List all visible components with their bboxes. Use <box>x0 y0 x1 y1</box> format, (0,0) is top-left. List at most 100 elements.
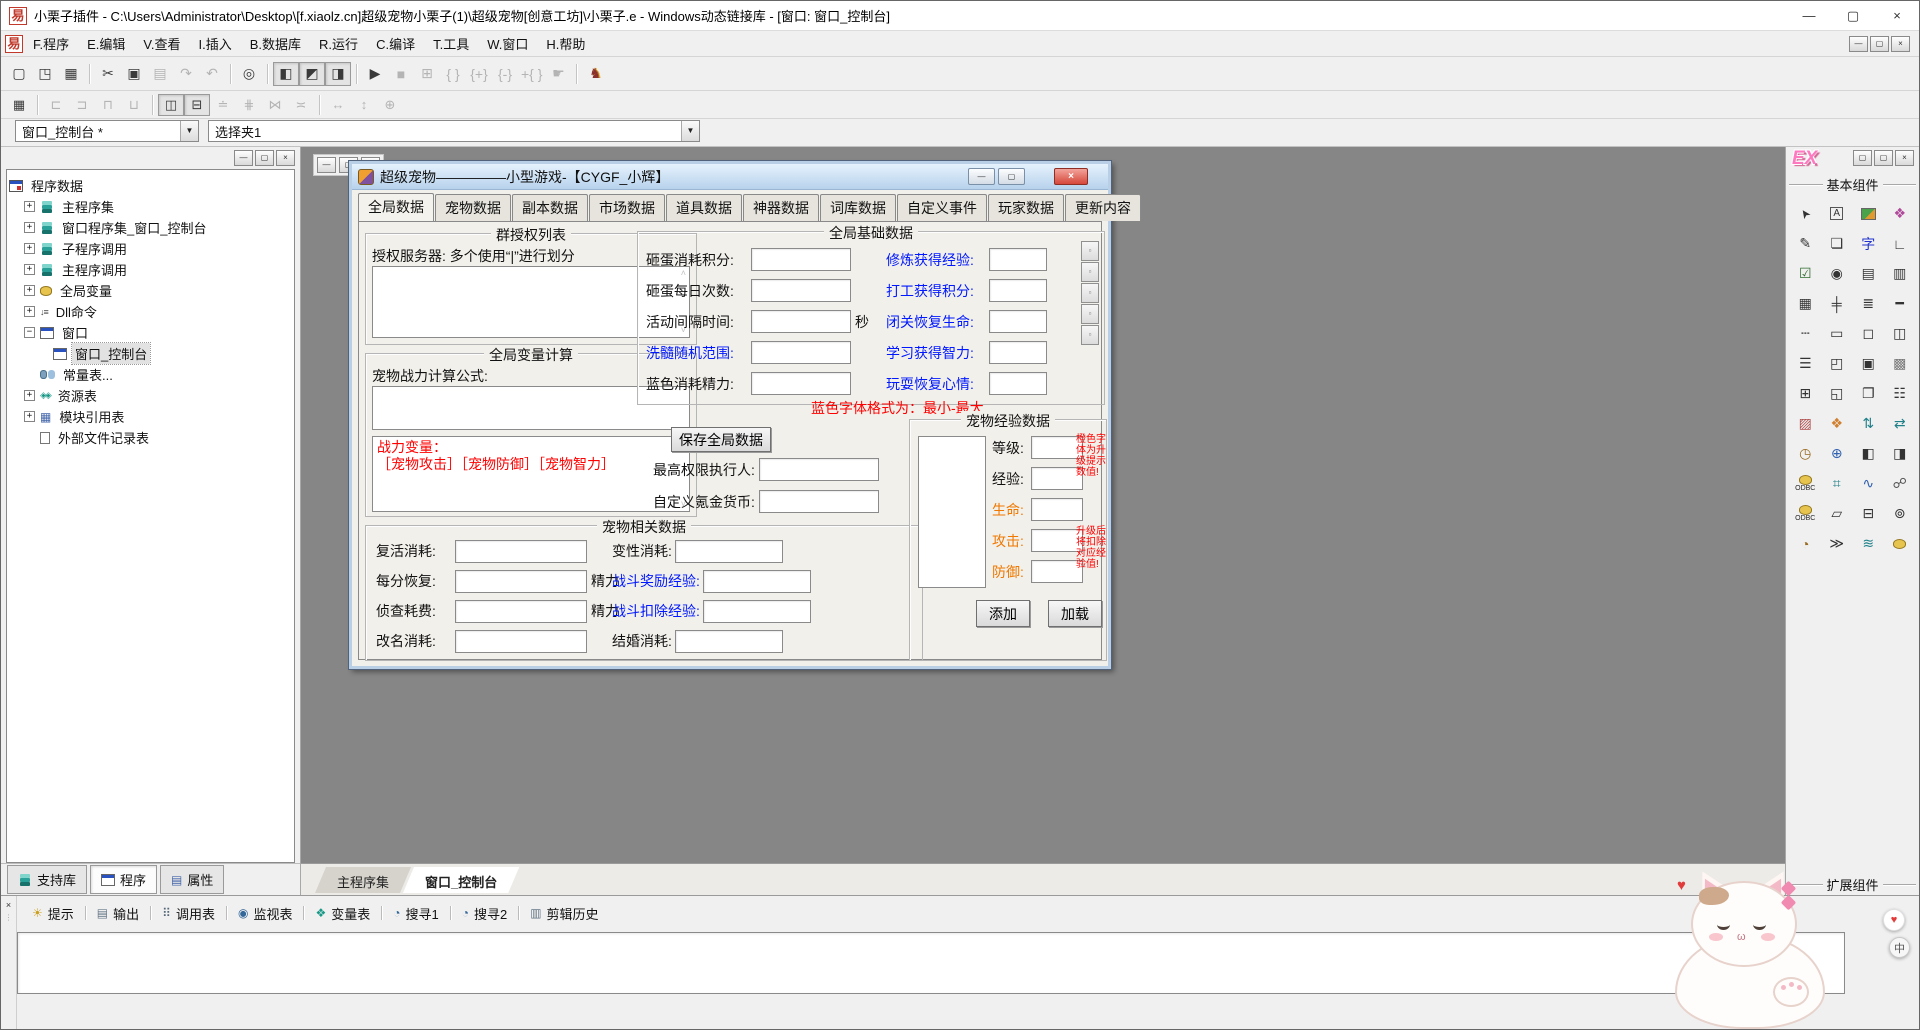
new-file-button[interactable]: ▢ <box>6 62 32 86</box>
frame-icon[interactable]: ◱ <box>1822 380 1853 407</box>
menu-item-8[interactable]: T.工具 <box>424 31 478 56</box>
tree-item[interactable]: +◈◈资源表 <box>9 385 292 406</box>
pet-left-input-2[interactable] <box>455 570 587 593</box>
corner-shape-icon[interactable]: ∟ <box>1885 230 1916 257</box>
save-file-button[interactable]: ▦ <box>58 62 84 86</box>
tree-item[interactable]: 窗口_控制台 <box>9 343 292 364</box>
pet-left-input-3[interactable] <box>455 600 587 623</box>
heart-badge[interactable]: ♥ <box>1883 909 1905 931</box>
form-designer-button[interactable]: ▦ <box>6 94 32 116</box>
bottom-tab-8[interactable]: ▥剪辑历史 <box>521 902 607 925</box>
mini-square-button[interactable]: ▫ <box>1081 283 1099 303</box>
bars-icon[interactable]: ☷ <box>1885 380 1916 407</box>
bottom-tab-7[interactable]: ◔搜寻2 <box>453 902 516 925</box>
pet-right-input-1[interactable] <box>675 540 783 563</box>
layout-top-button[interactable]: ◩ <box>299 62 325 86</box>
maximize-icon[interactable]: ▢ <box>1831 1 1875 30</box>
find-button[interactable]: ◎ <box>236 62 262 86</box>
dialog-tab[interactable]: 词库数据 <box>820 194 896 221</box>
media-icon[interactable]: ≫ <box>1822 530 1853 557</box>
editor-tab-1[interactable]: 主程序集 <box>315 867 411 893</box>
split-panel-icon[interactable]: ◰ <box>1822 350 1853 377</box>
save-global-button[interactable]: 保存全局数据 <box>671 427 771 452</box>
cut-button[interactable]: ✂ <box>95 62 121 86</box>
combobox-icon[interactable]: ▥ <box>1885 260 1916 287</box>
dialog-minimize-icon[interactable]: — <box>968 168 995 185</box>
char-label-icon[interactable]: 字 <box>1853 230 1884 257</box>
tree-item[interactable]: +窗口程序集_窗口_控制台 <box>9 217 292 238</box>
editbox-icon[interactable]: ❏ <box>1822 230 1853 257</box>
image-button-icon[interactable]: ▣ <box>1853 350 1884 377</box>
left-tab-3[interactable]: ▤属性 <box>160 865 224 894</box>
menu-item-5[interactable]: B.数据库 <box>241 31 310 56</box>
odbc-query-icon[interactable]: ODBC <box>1790 500 1821 527</box>
dialog-tab[interactable]: 更新内容 <box>1065 194 1141 221</box>
line-icon[interactable]: ━ <box>1885 290 1916 317</box>
palette-restore-icon[interactable]: ▢ <box>1874 150 1893 166</box>
menu-item-1[interactable]: F.程序 <box>24 31 78 56</box>
pet-left-input-4[interactable] <box>455 630 587 653</box>
tree-item[interactable]: +子程序调用 <box>9 238 292 259</box>
mdi-restore-icon[interactable]: ▢ <box>1870 36 1889 52</box>
dialog-maximize-icon[interactable]: ▢ <box>998 168 1025 185</box>
tree-item[interactable]: +▦模块引用表 <box>9 406 292 427</box>
editor-tab-2[interactable]: 窗口_控制台 <box>403 867 519 893</box>
table-icon[interactable]: ▦ <box>1790 290 1821 317</box>
form-selector-combobox[interactable]: 窗口_控制台 * ▼ <box>15 120 199 142</box>
base-left-input-4[interactable] <box>751 341 851 364</box>
pen-icon[interactable]: ✎ <box>1790 230 1821 257</box>
shapes-icon[interactable]: ❖ <box>1885 200 1916 227</box>
base-left-input-2[interactable] <box>751 279 851 302</box>
timer-icon[interactable]: ◔ <box>1790 530 1821 557</box>
dialog-titlebar[interactable]: 超级宠物—————小型游戏-【CYGF_小辉】 — ▢ × <box>352 164 1108 190</box>
project-panel-close-icon[interactable]: × <box>276 150 295 166</box>
tab-selector-combobox[interactable]: 选择夹1 ▼ <box>208 120 700 142</box>
checkbox-icon[interactable]: ☑ <box>1790 260 1821 287</box>
dialog-tab[interactable]: 道具数据 <box>666 194 742 221</box>
layout-grid-button[interactable]: ◨ <box>325 62 351 86</box>
tree-item[interactable]: 常量表... <box>9 364 292 385</box>
mini-square-button[interactable]: ▫ <box>1081 325 1099 345</box>
copy-button[interactable]: ▣ <box>121 62 147 86</box>
hatch-icon[interactable]: ▩ <box>1885 350 1916 377</box>
palette-minimize-icon[interactable]: ▢ <box>1853 150 1872 166</box>
cursor-icon[interactable]: ➤ <box>1790 200 1821 227</box>
expander-icon[interactable]: + <box>24 390 35 401</box>
red-hatch-icon[interactable]: ▨ <box>1790 410 1821 437</box>
wave-chart-icon[interactable]: ∿ <box>1853 470 1884 497</box>
mini-square-button[interactable]: ▫ <box>1081 304 1099 324</box>
layout-left-button[interactable]: ◧ <box>273 62 299 86</box>
open-file-button[interactable]: ◳ <box>32 62 58 86</box>
menu-item-9[interactable]: W.窗口 <box>478 31 537 56</box>
devices-icon[interactable]: ⊚ <box>1885 500 1916 527</box>
bottom-tab-2[interactable]: ▤输出 <box>88 902 148 925</box>
menu-item-3[interactable]: V.查看 <box>134 31 189 56</box>
designed-form-window[interactable]: 超级宠物—————小型游戏-【CYGF_小辉】 — ▢ × 全局数据宠物数据副本… <box>349 161 1111 669</box>
add-button[interactable]: 添加 <box>976 600 1030 627</box>
menu-item-6[interactable]: R.运行 <box>310 31 367 56</box>
clock-icon[interactable]: ◷ <box>1790 440 1821 467</box>
tree-item[interactable]: −窗口 <box>9 322 292 343</box>
admin-input[interactable] <box>759 458 879 481</box>
base-left-input-1[interactable] <box>751 248 851 271</box>
project-panel-minimize-icon[interactable]: — <box>234 150 253 166</box>
pet-left-input-1[interactable] <box>455 540 587 563</box>
link-icon[interactable]: ☍ <box>1885 470 1916 497</box>
currency-input[interactable] <box>759 490 879 513</box>
palette-close-icon[interactable]: × <box>1895 150 1914 166</box>
picturebox-icon[interactable] <box>1853 200 1884 227</box>
menu-item-4[interactable]: I.插入 <box>190 31 241 56</box>
menu-item-7[interactable]: C.编译 <box>367 31 424 56</box>
hscroll-icon[interactable]: ⇄ <box>1885 410 1916 437</box>
expander-icon[interactable]: + <box>24 411 35 422</box>
form-designer-canvas[interactable]: —▢× 超级宠物—————小型游戏-【CYGF_小辉】 — ▢ × 全局数据宠物… <box>301 147 1785 863</box>
listbox-icon[interactable]: ▤ <box>1853 260 1884 287</box>
base-right-input-1[interactable] <box>989 248 1047 271</box>
menu-item-10[interactable]: H.帮助 <box>537 31 594 56</box>
base-right-input-3[interactable] <box>989 310 1047 333</box>
dialog-tab[interactable]: 自定义事件 <box>897 194 987 221</box>
record-icon[interactable]: ⊟ <box>1853 500 1884 527</box>
database-icon[interactable] <box>1885 530 1916 557</box>
slider-icon[interactable]: ╪ <box>1822 290 1853 317</box>
bottom-tab-6[interactable]: ◔搜寻1 <box>384 902 447 925</box>
